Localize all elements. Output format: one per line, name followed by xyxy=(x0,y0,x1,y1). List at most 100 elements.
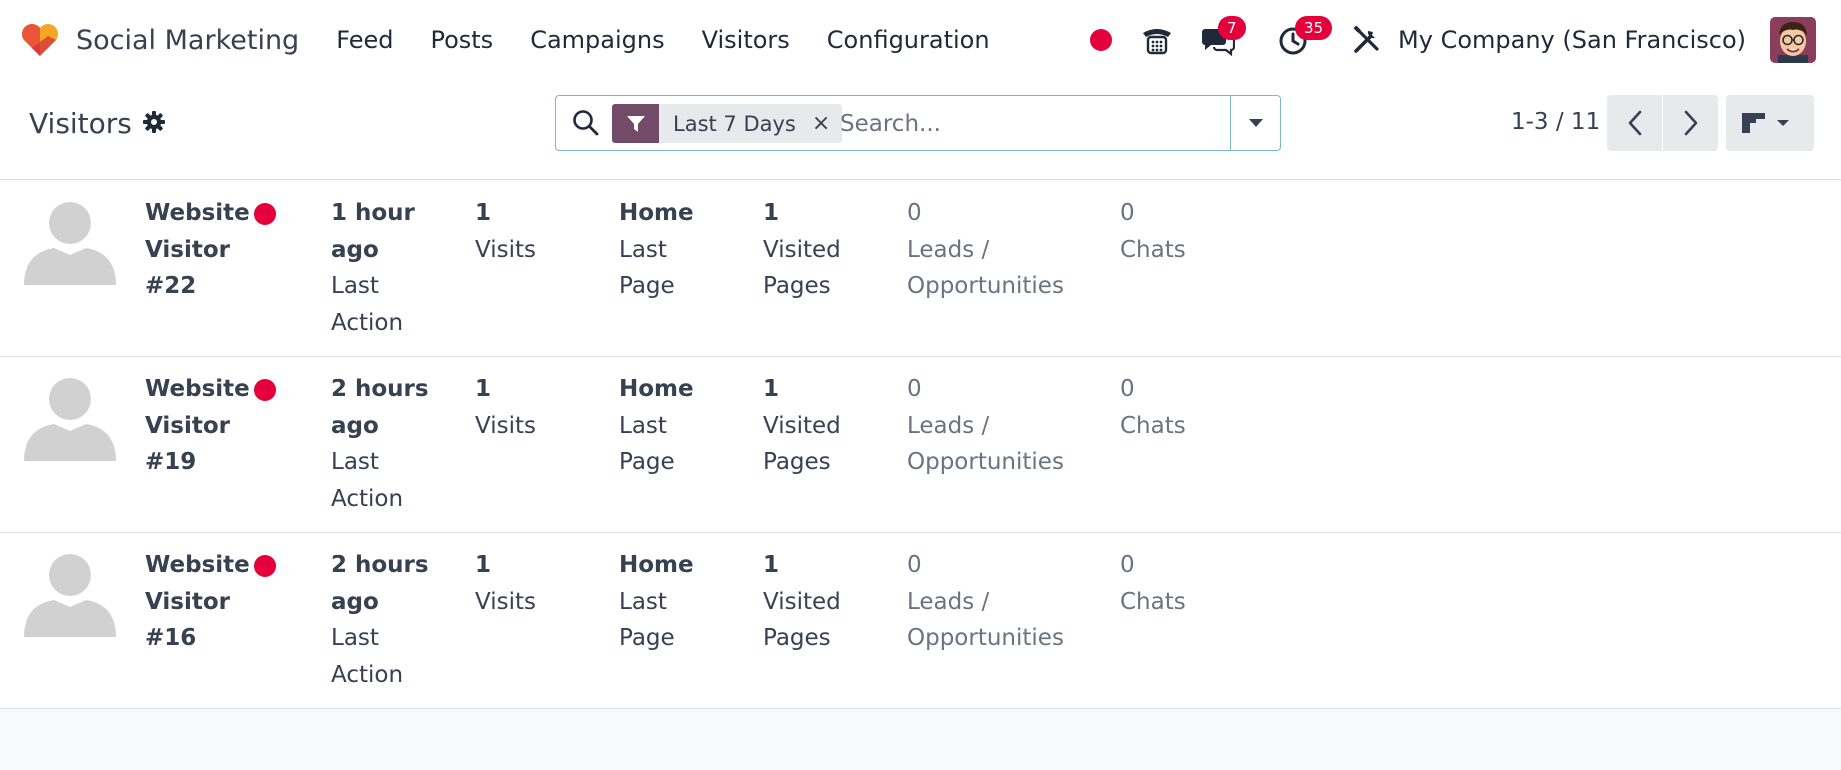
visitor-name-line: #19 xyxy=(145,449,197,475)
stat-label: Visits xyxy=(475,412,536,439)
user-avatar-image xyxy=(1770,17,1816,63)
chevron-left-icon xyxy=(1628,110,1641,136)
stat-label: Action xyxy=(331,309,404,336)
company-switcher[interactable]: My Company (San Francisco) xyxy=(1398,26,1746,54)
menu-item-feed[interactable]: Feed xyxy=(336,26,393,54)
default-avatar-icon xyxy=(24,369,116,461)
visitor-name-line: Visitor xyxy=(145,588,230,615)
leads-stat: 0 Leads / Opportunities xyxy=(907,547,1087,657)
view-switcher-button[interactable] xyxy=(1726,95,1814,151)
menu-item-campaigns[interactable]: Campaigns xyxy=(530,26,664,54)
visits-stat: 1 Visits xyxy=(475,195,585,268)
stat-label: Chats xyxy=(1120,588,1186,615)
heart-logo-icon xyxy=(22,24,58,56)
stat-value: 2 hours xyxy=(331,376,429,402)
stat-value: ago xyxy=(331,412,379,439)
stat-label: Opportunities xyxy=(907,449,1064,475)
stat-value: 0 xyxy=(907,200,922,226)
last-page-stat: Home Last Page xyxy=(619,547,719,657)
facet-label: Last 7 Days xyxy=(673,111,796,136)
visitor-record[interactable]: Website Visitor #16 2 hours ago Last Act… xyxy=(0,533,1841,709)
menu-item-configuration[interactable]: Configuration xyxy=(827,26,990,54)
visitor-record[interactable]: Website Visitor #22 1 hour ago Last Acti… xyxy=(0,181,1841,357)
phone-icon[interactable] xyxy=(1139,22,1175,58)
page-title: Visitors xyxy=(29,107,132,140)
pager-next-button[interactable] xyxy=(1663,95,1718,151)
menu-item-visitors[interactable]: Visitors xyxy=(702,26,790,54)
visitor-name-line: Website xyxy=(145,552,250,578)
pager-previous-button[interactable] xyxy=(1607,95,1662,151)
chat-icon[interactable]: 7 xyxy=(1200,16,1246,58)
systray: 7 35 My Company (San Francisco) xyxy=(1090,0,1841,80)
stat-value: 0 xyxy=(1120,552,1135,578)
chats-stat: 0 Chats xyxy=(1120,195,1220,268)
stat-label: Visited xyxy=(763,412,841,439)
tools-icon[interactable] xyxy=(1348,22,1384,58)
stat-value: 0 xyxy=(1120,200,1135,226)
visitor-kanban-list: Website Visitor #22 1 hour ago Last Acti… xyxy=(0,181,1841,709)
activities-badge: 35 xyxy=(1295,16,1333,40)
stat-label: Last xyxy=(619,588,667,615)
gear-icon[interactable] xyxy=(142,110,166,134)
visitor-name-line: #22 xyxy=(145,273,197,299)
search-bar: Last 7 Days × xyxy=(555,95,1281,151)
stat-label: Visited xyxy=(763,236,841,263)
stat-label: Visits xyxy=(475,236,536,263)
stat-value: 0 xyxy=(1120,376,1135,402)
visited-pages-stat: 1 Visited Pages xyxy=(763,547,863,657)
facet-remove-button[interactable]: × xyxy=(812,111,830,136)
stat-value: 0 xyxy=(907,552,922,578)
pager-value[interactable]: 1-3 / 11 xyxy=(1511,109,1600,135)
online-status-icon xyxy=(254,379,276,401)
search-options-toggle[interactable] xyxy=(1230,96,1280,150)
stat-label: Pages xyxy=(763,273,831,299)
stat-value: 1 xyxy=(475,552,492,578)
stat-value: 1 hour xyxy=(331,200,415,226)
stat-label: Chats xyxy=(1120,236,1186,263)
default-avatar-icon xyxy=(24,193,116,285)
menu-item-posts[interactable]: Posts xyxy=(430,26,493,54)
online-status-icon xyxy=(254,555,276,577)
messages-badge: 7 xyxy=(1218,16,1246,40)
search-facet: Last 7 Days × xyxy=(612,104,843,143)
search-icon[interactable] xyxy=(571,108,601,138)
stat-value: 0 xyxy=(907,376,922,402)
visitor-name: Website Visitor #22 xyxy=(145,195,265,305)
visitor-name-line: Website xyxy=(145,376,250,402)
app-name: Social Marketing xyxy=(76,24,300,56)
stat-label: Chats xyxy=(1120,412,1186,439)
stat-label: Action xyxy=(331,485,404,512)
stat-label: Leads / xyxy=(907,236,990,263)
top-navbar: Social Marketing Feed Posts Campaigns Vi… xyxy=(0,0,1841,80)
last-action-stat: 1 hour ago Last Action xyxy=(331,195,431,341)
stat-label: Leads / xyxy=(907,588,990,615)
clock-icon[interactable]: 35 xyxy=(1275,16,1333,58)
stat-label: Last xyxy=(619,236,667,263)
visitor-name-line: #16 xyxy=(145,625,197,651)
stat-value: 1 xyxy=(763,376,780,402)
stat-value: Home xyxy=(619,552,694,578)
stat-label: Pages xyxy=(763,625,831,651)
app-brand[interactable]: Social Marketing xyxy=(20,20,299,60)
user-avatar[interactable] xyxy=(1770,17,1816,63)
last-action-stat: 2 hours ago Last Action xyxy=(331,547,431,693)
chats-stat: 0 Chats xyxy=(1120,547,1220,620)
stat-value: ago xyxy=(331,236,379,263)
stat-label: Opportunities xyxy=(907,273,1064,299)
search-input[interactable] xyxy=(840,106,1220,142)
stat-label: Visits xyxy=(475,588,536,615)
chats-stat: 0 Chats xyxy=(1120,371,1220,444)
stat-label: Page xyxy=(619,273,675,299)
stat-label: Pages xyxy=(763,449,831,475)
visited-pages-stat: 1 Visited Pages xyxy=(763,195,863,305)
control-panel: Visitors Last 7 Days × Search... 1-3 / 1… xyxy=(0,80,1841,180)
stat-label: Page xyxy=(619,625,675,651)
status-dot-icon[interactable] xyxy=(1090,29,1113,51)
stat-label: Leads / xyxy=(907,412,990,439)
visitor-record[interactable]: Website Visitor #19 2 hours ago Last Act… xyxy=(0,357,1841,533)
leads-stat: 0 Leads / Opportunities xyxy=(907,371,1087,481)
phone-shape xyxy=(1143,29,1172,55)
caret-down-icon xyxy=(1248,119,1263,127)
online-status-icon xyxy=(254,203,276,225)
stat-label: Page xyxy=(619,449,675,475)
